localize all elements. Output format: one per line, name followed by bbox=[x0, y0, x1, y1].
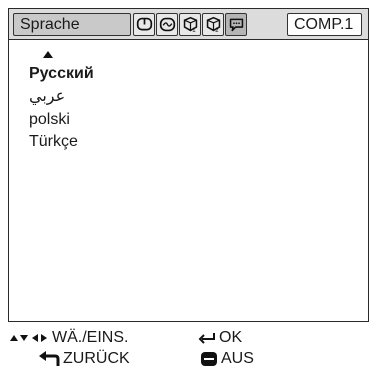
guide-back-label: ZURÜCK bbox=[63, 350, 130, 367]
menu-tab-icons: 1 2 bbox=[133, 13, 247, 36]
svg-text:2: 2 bbox=[215, 28, 218, 33]
tab-sprache[interactable]: Sprache bbox=[13, 13, 131, 36]
guide-back: ZURÜCK bbox=[36, 350, 130, 368]
scroll-up-arrow-icon bbox=[43, 51, 53, 58]
input-source-label: COMP.1 bbox=[287, 13, 362, 36]
language-icon[interactable] bbox=[225, 13, 247, 36]
picture-adjust-icon[interactable] bbox=[133, 13, 155, 36]
arrow-up-icon bbox=[10, 335, 18, 341]
svg-text:1: 1 bbox=[192, 28, 196, 33]
language-option-russian[interactable]: Русский bbox=[29, 65, 94, 83]
language-option-arabic[interactable]: عربي bbox=[29, 86, 65, 106]
guide-exit: AUS bbox=[200, 350, 254, 368]
signal-adjust-icon[interactable] bbox=[156, 13, 178, 36]
menu-button-icon bbox=[201, 352, 217, 366]
guide-ok-label: OK bbox=[219, 329, 243, 346]
return-icon bbox=[39, 351, 60, 366]
guide-select-adjust: WÄ./EINS. bbox=[10, 329, 128, 347]
osd-menu-panel: Sprache 1 2 COMP.1 Русский عربي polski T… bbox=[8, 8, 369, 322]
enter-icon bbox=[198, 333, 215, 344]
language-option-polish[interactable]: polski bbox=[29, 111, 70, 129]
guide-exit-label: AUS bbox=[221, 350, 254, 367]
guide-ok: OK bbox=[198, 329, 242, 347]
guide-select-adjust-label: WÄ./EINS. bbox=[52, 329, 129, 346]
arrow-right-icon bbox=[41, 334, 47, 342]
arrow-left-icon bbox=[32, 334, 38, 342]
language-option-turkish[interactable]: Türkçe bbox=[29, 133, 78, 151]
options-1-icon[interactable]: 1 bbox=[179, 13, 201, 36]
options-2-icon[interactable]: 2 bbox=[202, 13, 224, 36]
menu-header: Sprache 1 2 COMP.1 bbox=[9, 9, 368, 40]
arrow-down-icon bbox=[20, 335, 28, 341]
button-guide: WÄ./EINS. OK ZURÜCK AUS bbox=[8, 325, 369, 375]
